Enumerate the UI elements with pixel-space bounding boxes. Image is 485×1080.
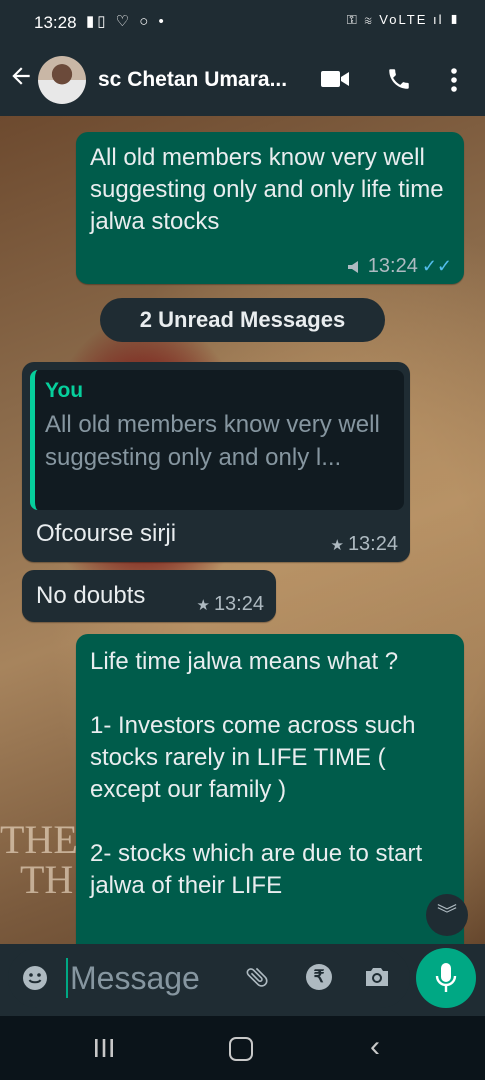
contact-name[interactable]: sc Chetan Umara... — [98, 68, 303, 92]
video-call-icon[interactable] — [320, 68, 350, 95]
message-time: 13:24 — [367, 255, 418, 277]
back-arrow-icon[interactable] — [8, 63, 34, 95]
message-time: 13:24 — [213, 593, 264, 615]
message-composer: ₹ — [8, 948, 410, 1008]
message-text: All old members know very well suggestin… — [90, 144, 444, 235]
status-bar: 13:28 ▮▯ ♡ ○ • ⚿ ≋ VoLTE ıl ▮ — [0, 0, 485, 46]
rupee-payment-icon[interactable]: ₹ — [306, 964, 332, 990]
more-vert-icon[interactable] — [446, 66, 462, 94]
double-chevron-down-icon: ︾ — [437, 904, 457, 926]
quoted-text: All old members know very well suggestin… — [45, 411, 380, 471]
message-bubble-outgoing[interactable]: All old members know very well suggestin… — [76, 132, 464, 284]
phone-icon[interactable] — [386, 66, 412, 97]
message-bubble-incoming[interactable]: No doubts ★ 13:24 — [22, 570, 276, 622]
quoted-sender: You — [45, 379, 84, 402]
read-ticks-icon: ✓✓ — [421, 256, 452, 276]
mic-icon — [435, 963, 457, 992]
message-input[interactable] — [70, 956, 230, 1000]
chat-area[interactable]: THE TH All old members know very well su… — [0, 116, 485, 944]
recent-apps-icon[interactable] — [93, 1038, 115, 1063]
message-text: No doubts — [36, 582, 146, 609]
system-status-icons: ⚿ ≋ VoLTE ıl ▮ — [346, 12, 461, 27]
camera-icon[interactable] — [363, 965, 391, 994]
system-navigation-bar: ‹ — [0, 1016, 485, 1080]
message-text: Life time jalwa means what ? 1- Investor… — [90, 648, 423, 899]
avatar[interactable] — [38, 56, 86, 104]
message-meta: ★ 13:24 — [196, 593, 264, 616]
chat-header: sc Chetan Umara... — [0, 46, 485, 116]
unread-messages-divider: 2 Unread Messages — [100, 298, 385, 342]
attach-icon[interactable] — [244, 964, 270, 995]
message-text: Ofcourse sirji — [36, 520, 177, 547]
star-icon: ★ — [196, 596, 210, 614]
message-bubble-outgoing[interactable]: Life time jalwa means what ? 1- Investor… — [76, 634, 464, 944]
wallpaper-text: TH — [20, 857, 74, 902]
emoji-icon[interactable] — [22, 965, 48, 996]
message-meta: 13:24 ✓✓ — [346, 255, 452, 278]
broadcast-icon — [347, 260, 358, 273]
status-time: 13:28 — [34, 13, 77, 32]
message-bubble-incoming[interactable]: You All old members know very well sugge… — [22, 362, 410, 562]
star-icon: ★ — [330, 536, 344, 554]
notification-icons: ▮▯ ♡ ○ • — [86, 13, 167, 30]
message-time: 13:24 — [347, 533, 398, 555]
quoted-message[interactable]: You All old members know very well sugge… — [30, 370, 404, 510]
message-meta: ★ 13:24 — [330, 533, 398, 556]
home-icon[interactable] — [229, 1037, 253, 1061]
scroll-to-bottom-button[interactable]: ︾ — [426, 894, 468, 936]
back-nav-icon[interactable]: ‹ — [370, 1032, 380, 1062]
mic-button[interactable] — [416, 948, 476, 1008]
text-caret — [66, 958, 68, 998]
